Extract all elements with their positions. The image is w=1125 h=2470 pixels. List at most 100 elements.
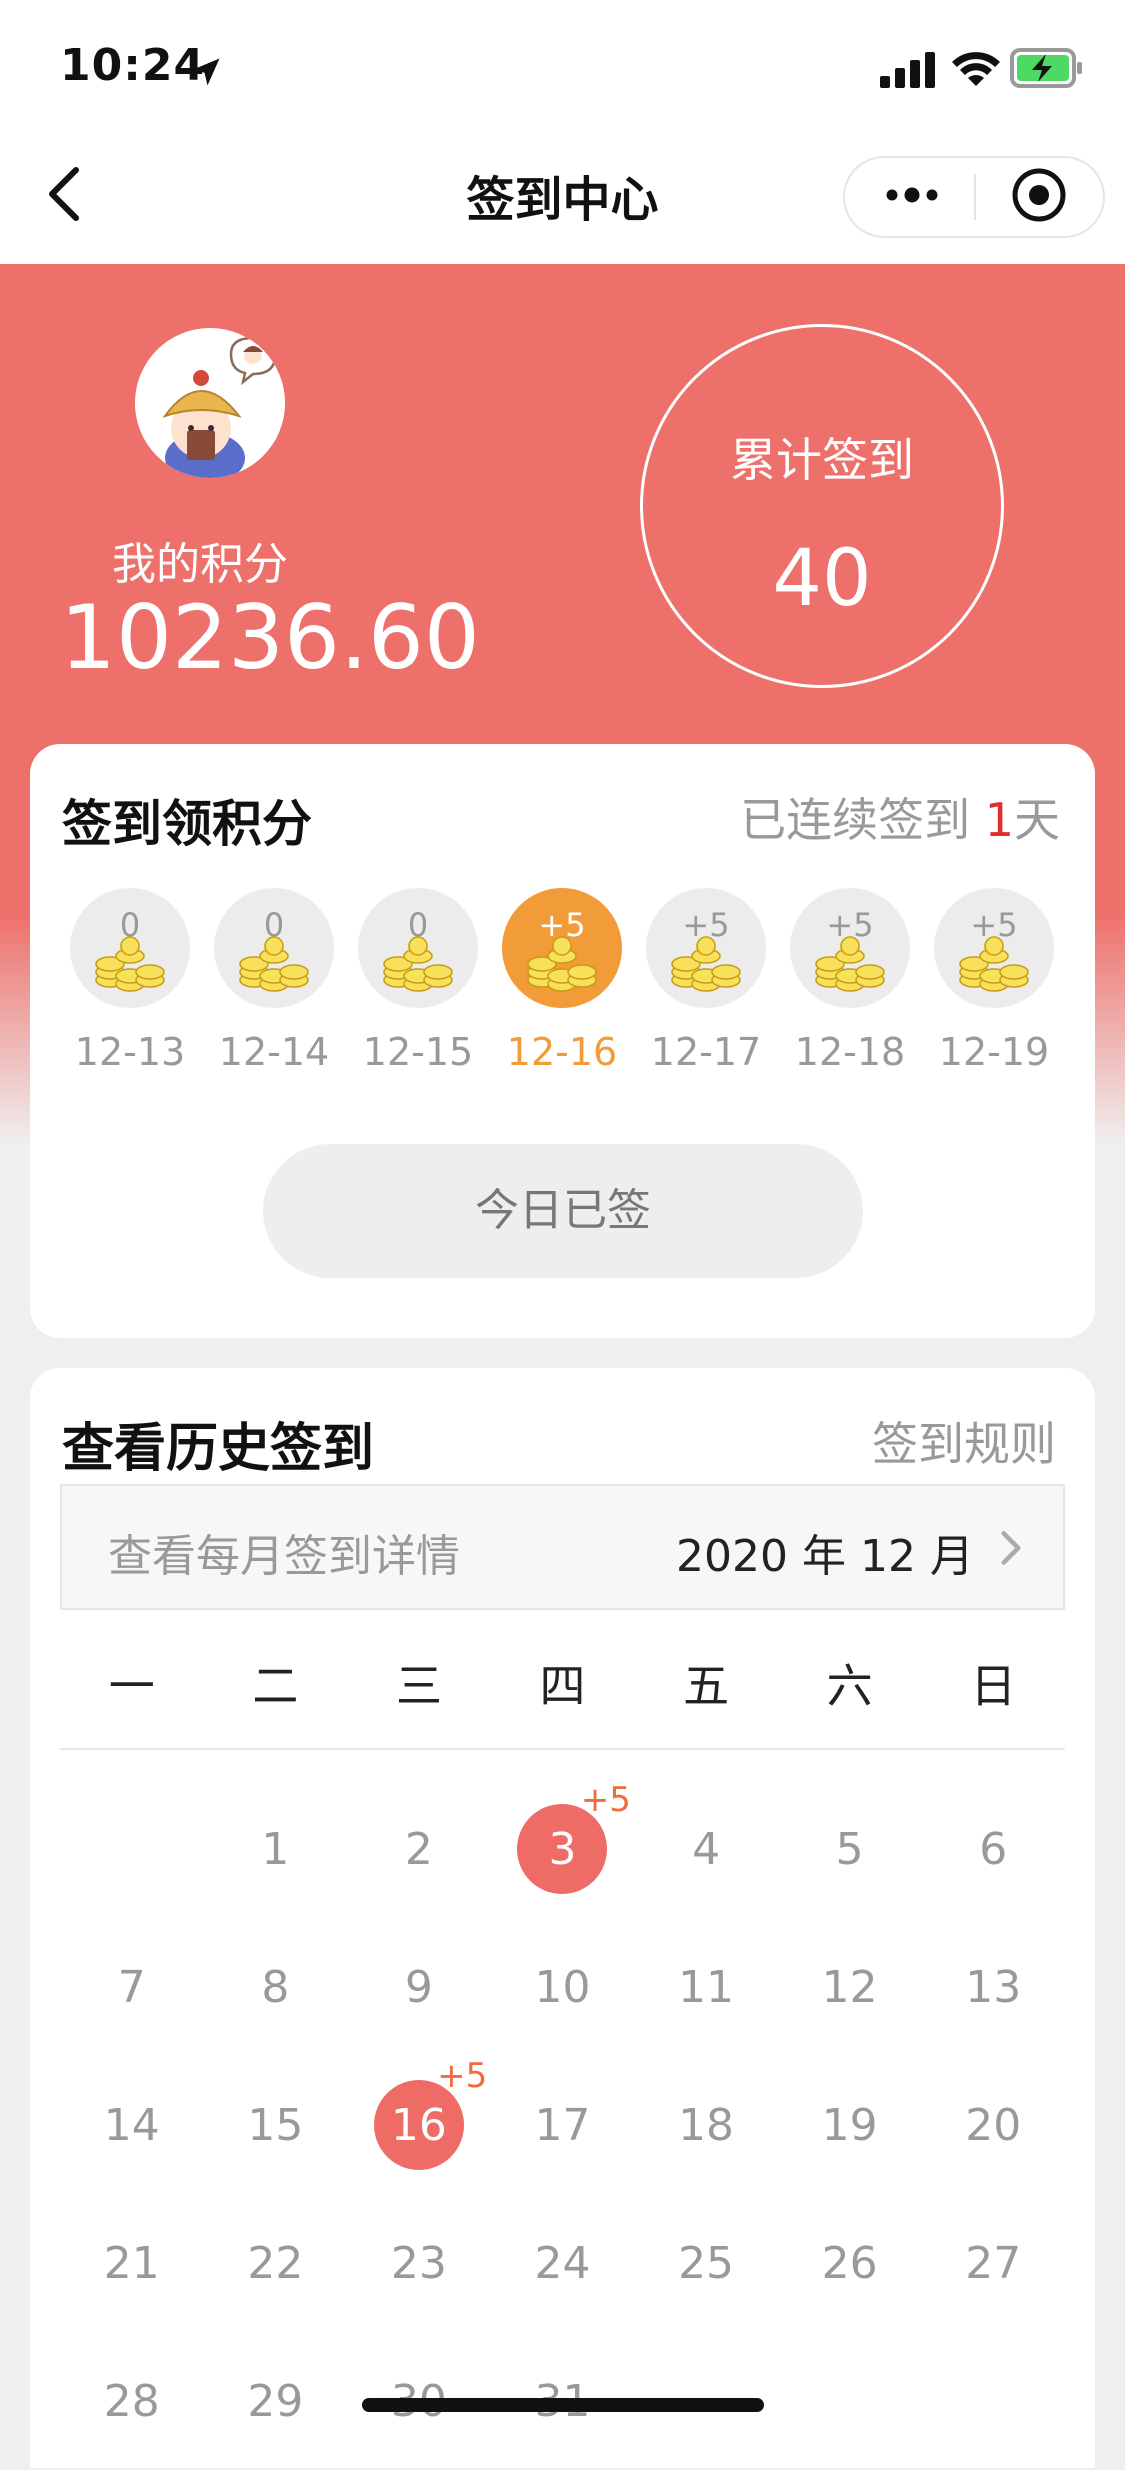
day-number: 11 <box>678 1961 735 2013</box>
signal-icon <box>880 52 935 88</box>
day-number: 28 <box>103 2375 160 2427</box>
chevron-right-icon[interactable] <box>998 1528 1024 1568</box>
coins-icon <box>95 936 165 992</box>
calendar-day[interactable]: 19 <box>778 2056 922 2194</box>
calendar-day[interactable]: 4 <box>634 1780 778 1918</box>
checkin-day: +5 12-18 <box>790 888 910 1074</box>
calendar-day[interactable]: 22 <box>204 2194 348 2332</box>
checkin-day: 0 12-15 <box>358 888 478 1074</box>
day-number: 5 <box>835 1823 864 1875</box>
day-coin-circle: +5 <box>934 888 1054 1008</box>
battery-charging-icon <box>1010 48 1082 88</box>
day-number: 1 <box>261 1823 290 1875</box>
checkin-day: +5 12-17 <box>646 888 766 1074</box>
close-miniprogram-icon[interactable] <box>1010 166 1068 224</box>
calendar-day[interactable]: 23 <box>347 2194 491 2332</box>
streak-prefix: 已连续签到 <box>740 793 985 847</box>
day-coin-circle: 0 <box>358 888 478 1008</box>
calendar-blank <box>60 1780 204 1918</box>
calendar-day[interactable]: 17 <box>491 2056 635 2194</box>
calendar-day[interactable]: 20 <box>921 2056 1065 2194</box>
day-date: 12-18 <box>794 1030 906 1074</box>
day-number: 24 <box>534 2237 591 2289</box>
calendar-day[interactable]: 14 <box>60 2056 204 2194</box>
avatar-illustration <box>135 328 285 478</box>
day-number: 9 <box>404 1961 433 2013</box>
calendar-day[interactable]: 10 <box>491 1918 635 2056</box>
day-number: 4 <box>692 1823 721 1875</box>
day-coin-circle: +5 <box>646 888 766 1008</box>
total-checkin-circle <box>640 324 1004 688</box>
weekday-label: 二 <box>252 1659 299 1713</box>
weekday-label: 五 <box>683 1659 730 1713</box>
day-number: 26 <box>821 2237 878 2289</box>
calendar-day[interactable]: 9 <box>347 1918 491 2056</box>
checkin-card-title: 签到领积分 <box>62 795 312 853</box>
checkin-day: +5 12-19 <box>934 888 1054 1074</box>
calendar-day[interactable]: 26 <box>778 2194 922 2332</box>
weekday-label: 六 <box>826 1659 873 1713</box>
day-number: 8 <box>261 1961 290 2013</box>
coins-icon <box>383 936 453 992</box>
day-bonus-points: +5 <box>437 2056 488 2096</box>
calendar-day[interactable]: 3 +5 <box>491 1780 635 1918</box>
calendar-day[interactable]: 15 <box>204 2056 348 2194</box>
weekday-label: 日 <box>970 1659 1017 1713</box>
calendar-day[interactable]: 18 <box>634 2056 778 2194</box>
day-number: 6 <box>979 1823 1008 1875</box>
calendar-day[interactable]: 16 +5 <box>347 2056 491 2194</box>
calendar-day[interactable]: 2 <box>347 1780 491 1918</box>
day-number: 19 <box>821 2099 878 2151</box>
day-coin-circle: +5 <box>790 888 910 1008</box>
day-number: 20 <box>965 2099 1022 2151</box>
more-icon[interactable] <box>882 180 942 210</box>
capsule-divider <box>974 174 976 220</box>
day-date: 12-17 <box>650 1030 762 1074</box>
coins-icon <box>671 936 741 992</box>
day-number: 23 <box>390 2237 447 2289</box>
calendar-day[interactable]: 5 <box>778 1780 922 1918</box>
calendar-day[interactable]: 7 <box>60 1918 204 2056</box>
streak-days: 1 <box>984 793 1014 847</box>
calendar-day[interactable]: 12 <box>778 1918 922 2056</box>
weekday-header: 一二三四五六日 <box>60 1650 1065 1713</box>
calendar-grid: 1 2 3 +5 4 5 6 7 8 9 10 11 12 13 14 15 16 +5 17 18 19 20 21 22 2… <box>60 1780 1065 2470</box>
checkin-rules-link[interactable]: 签到规则 <box>800 1408 1056 1474</box>
day-date: 12-19 <box>938 1030 1050 1074</box>
calendar-day[interactable]: 25 <box>634 2194 778 2332</box>
day-coin-circle: 0 <box>70 888 190 1008</box>
month-value[interactable]: 2020 年 12 月 <box>676 1520 974 1584</box>
calendar-day[interactable]: 21 <box>60 2194 204 2332</box>
calendar-day[interactable]: 1 <box>204 1780 348 1918</box>
day-number: 14 <box>103 2099 160 2151</box>
calendar-day[interactable]: 6 <box>921 1780 1065 1918</box>
checked-in-today-button[interactable]: 今日已签 <box>263 1144 863 1278</box>
day-date: 12-13 <box>74 1030 186 1074</box>
weekday-label: 三 <box>395 1659 442 1713</box>
calendar-day[interactable]: 29 <box>204 2332 348 2470</box>
month-hint: 查看每月签到详情 <box>108 1531 460 1582</box>
day-number: 22 <box>247 2237 304 2289</box>
day-number: 13 <box>965 1961 1022 2013</box>
calendar-day[interactable]: 8 <box>204 1918 348 2056</box>
home-indicator <box>362 2398 764 2412</box>
calendar-day[interactable]: 13 <box>921 1918 1065 2056</box>
day-number: 27 <box>965 2237 1022 2289</box>
streak-suffix: 天 <box>1014 793 1060 847</box>
calendar-day[interactable]: 11 <box>634 1918 778 2056</box>
calendar-divider <box>60 1748 1065 1750</box>
weekday-label: 四 <box>539 1659 586 1713</box>
day-date: 12-16 <box>506 1030 618 1074</box>
day-number: 12 <box>821 1961 878 2013</box>
coins-icon <box>239 936 309 992</box>
calendar-day[interactable]: 27 <box>921 2194 1065 2332</box>
checkin-day: 0 12-13 <box>70 888 190 1074</box>
avatar[interactable] <box>135 328 285 478</box>
day-date: 12-14 <box>218 1030 330 1074</box>
checkin-day: +5 12-16 <box>502 888 622 1074</box>
calendar-day[interactable]: 28 <box>60 2332 204 2470</box>
points-label: 我的积分 <box>112 539 288 590</box>
calendar-day[interactable]: 24 <box>491 2194 635 2332</box>
coins-icon <box>815 936 885 992</box>
coins-icon <box>959 936 1029 992</box>
